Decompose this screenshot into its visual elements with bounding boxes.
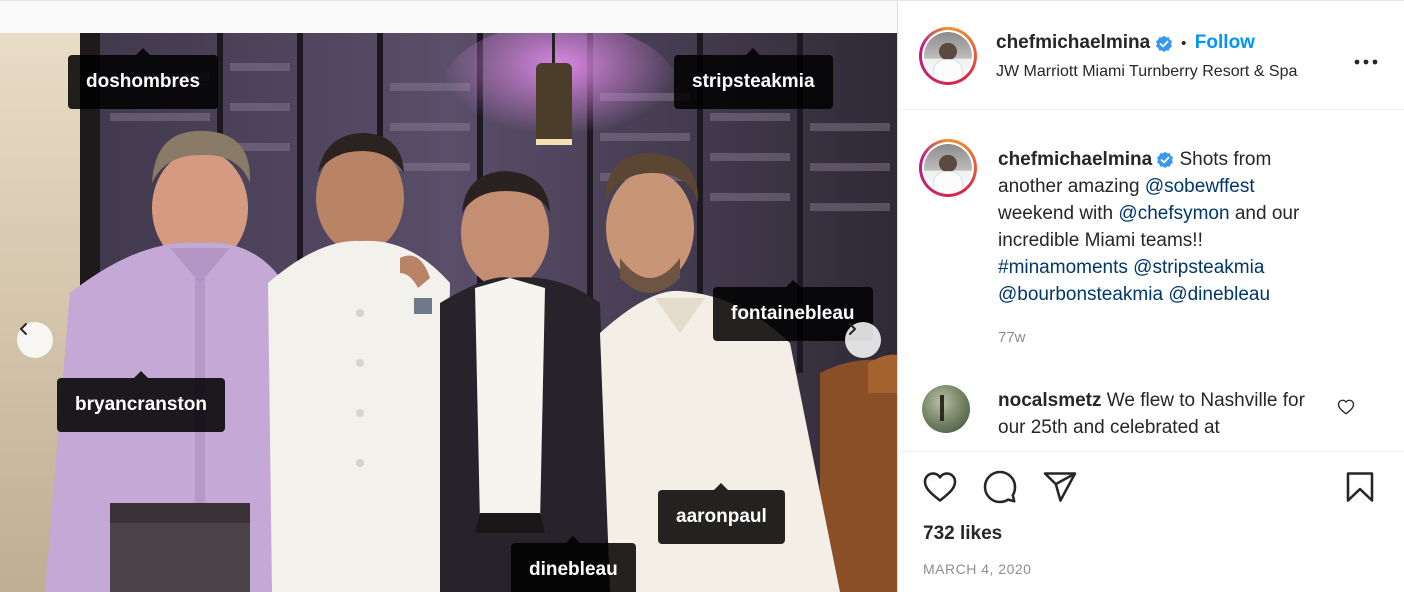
share-button[interactable] [1041,469,1079,510]
author-avatar[interactable] [919,27,977,85]
mention-sobewffest[interactable]: @sobewffest [1145,176,1255,197]
chevron-right-icon [849,323,856,335]
post-side-panel: chefmichaelmina • Follow JW Marriott Mia… [899,0,1404,592]
heart-icon [1337,399,1355,415]
photo-tag-stripsteakmia[interactable]: stripsteakmia [674,48,833,109]
follow-button[interactable]: Follow [1195,32,1255,53]
caption-username[interactable]: chefmichaelmina [998,149,1152,170]
previous-photo-button[interactable] [17,322,53,358]
likes-count[interactable]: 732 likes [923,523,1002,545]
more-options-icon [1354,59,1378,65]
photo-tag-doshombres[interactable]: doshombres [68,48,219,109]
more-options-button[interactable] [1354,45,1378,71]
mention-bourbonsteakmia[interactable]: @bourbonsteakmia [998,284,1163,305]
verified-badge-icon [1157,151,1174,168]
comment-button[interactable] [981,469,1019,510]
bookmark-icon [1346,472,1374,502]
author-line: chefmichaelmina • Follow [996,32,1255,54]
like-button[interactable] [921,469,959,510]
next-photo-button[interactable] [845,322,881,358]
caption-time-ago[interactable]: 77w [998,329,1026,346]
post-date[interactable]: MARCH 4, 2020 [923,561,1031,577]
chevron-left-icon [20,323,27,335]
verified-badge-icon [1155,35,1172,52]
photo-tag-dinebleau[interactable]: dinebleau [511,536,636,592]
post-actions: 732 likes MARCH 4, 2020 [899,451,1404,592]
comment-item: nocalsmetz We flew to Nashville for our … [998,387,1318,441]
mention-stripsteakmia[interactable]: @stripsteakmia [1133,257,1264,278]
mention-dinebleau[interactable]: @dinebleau [1168,284,1270,305]
comment-icon [983,470,1017,504]
save-button[interactable] [1341,469,1379,510]
commenter-avatar[interactable] [922,385,970,433]
commenter-username[interactable]: nocalsmetz [998,390,1101,411]
caption-author-avatar[interactable] [919,139,977,197]
paper-plane-icon [1043,472,1077,502]
photo-tag-bryancranston[interactable]: bryancranston [57,371,225,432]
photo-top-strip [0,0,897,33]
post-location[interactable]: JW Marriott Miami Turnberry Resort & Spa [996,63,1297,81]
post-photo[interactable]: doshombres stripsteakmia fontainebleau b… [0,33,897,592]
author-username[interactable]: chefmichaelmina [996,32,1150,53]
photo-tag-aaronpaul[interactable]: aaronpaul [658,483,785,544]
photo-panel: doshombres stripsteakmia fontainebleau b… [0,0,898,592]
comment-like-button[interactable] [1337,398,1355,421]
heart-icon [923,472,957,502]
post-caption: chefmichaelmina Shots from another amazi… [998,146,1328,308]
hashtag-minamoments[interactable]: #minamoments [998,257,1128,278]
follow-separator: • [1181,35,1187,52]
post-header: chefmichaelmina • Follow JW Marriott Mia… [899,0,1404,110]
caption-text: weekend with [998,203,1119,224]
mention-chefsymon[interactable]: @chefsymon [1118,203,1229,224]
